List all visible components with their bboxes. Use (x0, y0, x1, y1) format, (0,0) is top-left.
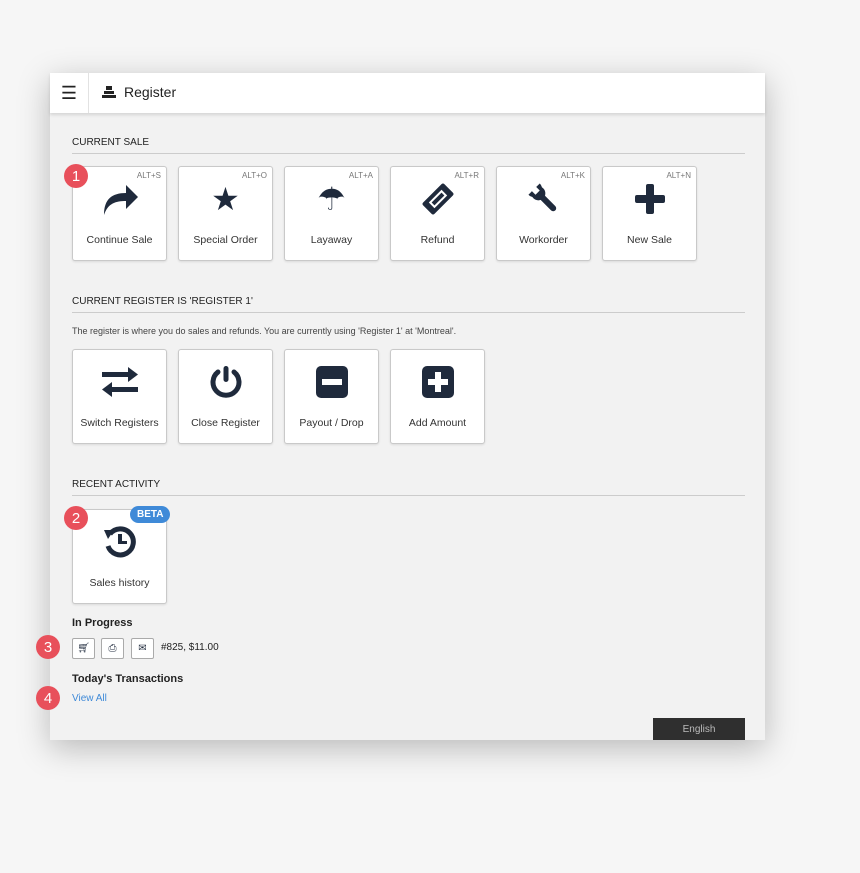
callout-badge-2: 2 (64, 506, 88, 530)
add-amount-button[interactable]: Add Amount (390, 349, 485, 444)
register-window: ☰ Register CURRENT SALE ALT+S Continue S… (50, 73, 765, 740)
language-selector[interactable]: English (653, 718, 745, 740)
callout-badge-3: 3 (36, 635, 60, 659)
plus-icon (603, 181, 696, 217)
close-register-button[interactable]: Close Register (178, 349, 273, 444)
print-icon[interactable]: ⎙ (101, 638, 124, 659)
current-sale-heading: CURRENT SALE (72, 137, 745, 154)
power-icon (179, 364, 272, 400)
recent-activity-heading: RECENT ACTIVITY (72, 479, 745, 496)
register-heading: CURRENT REGISTER IS 'REGISTER 1' (72, 296, 745, 313)
layaway-button[interactable]: ALT+A ☂ Layaway (284, 166, 379, 261)
new-sale-button[interactable]: ALT+N New Sale (602, 166, 697, 261)
hamburger-menu-icon[interactable]: ☰ (50, 73, 89, 113)
share-arrow-icon (73, 181, 166, 217)
plus-square-icon (391, 364, 484, 400)
in-progress-sale[interactable]: #825, $11.00 (161, 642, 219, 653)
special-order-button[interactable]: ALT+O ★ Special Order (178, 166, 273, 261)
wrench-icon (497, 181, 590, 217)
todays-transactions-heading: Today's Transactions (72, 673, 184, 685)
cart-icon[interactable]: 🛒︎ (72, 638, 95, 659)
top-bar: ☰ Register (50, 73, 765, 113)
in-progress-heading: In Progress (72, 617, 133, 629)
beta-badge: BETA (130, 506, 171, 523)
minus-square-icon (285, 364, 378, 400)
umbrella-icon: ☂ (317, 181, 346, 217)
star-icon: ★ (211, 181, 240, 217)
ticket-icon (391, 181, 484, 217)
register-icon (102, 86, 116, 98)
switch-registers-button[interactable]: Switch Registers (72, 349, 167, 444)
callout-badge-1: 1 (64, 164, 88, 188)
view-all-link[interactable]: View All (72, 693, 107, 704)
payout-drop-button[interactable]: Payout / Drop (284, 349, 379, 444)
history-icon (73, 524, 166, 560)
callout-badge-4: 4 (36, 686, 60, 710)
refund-button[interactable]: ALT+R Refund (390, 166, 485, 261)
workorder-button[interactable]: ALT+K Workorder (496, 166, 591, 261)
envelope-icon[interactable]: ✉ (131, 638, 154, 659)
register-description: The register is where you do sales and r… (72, 326, 457, 336)
page-title: Register (102, 84, 176, 100)
exchange-icon (73, 364, 166, 400)
